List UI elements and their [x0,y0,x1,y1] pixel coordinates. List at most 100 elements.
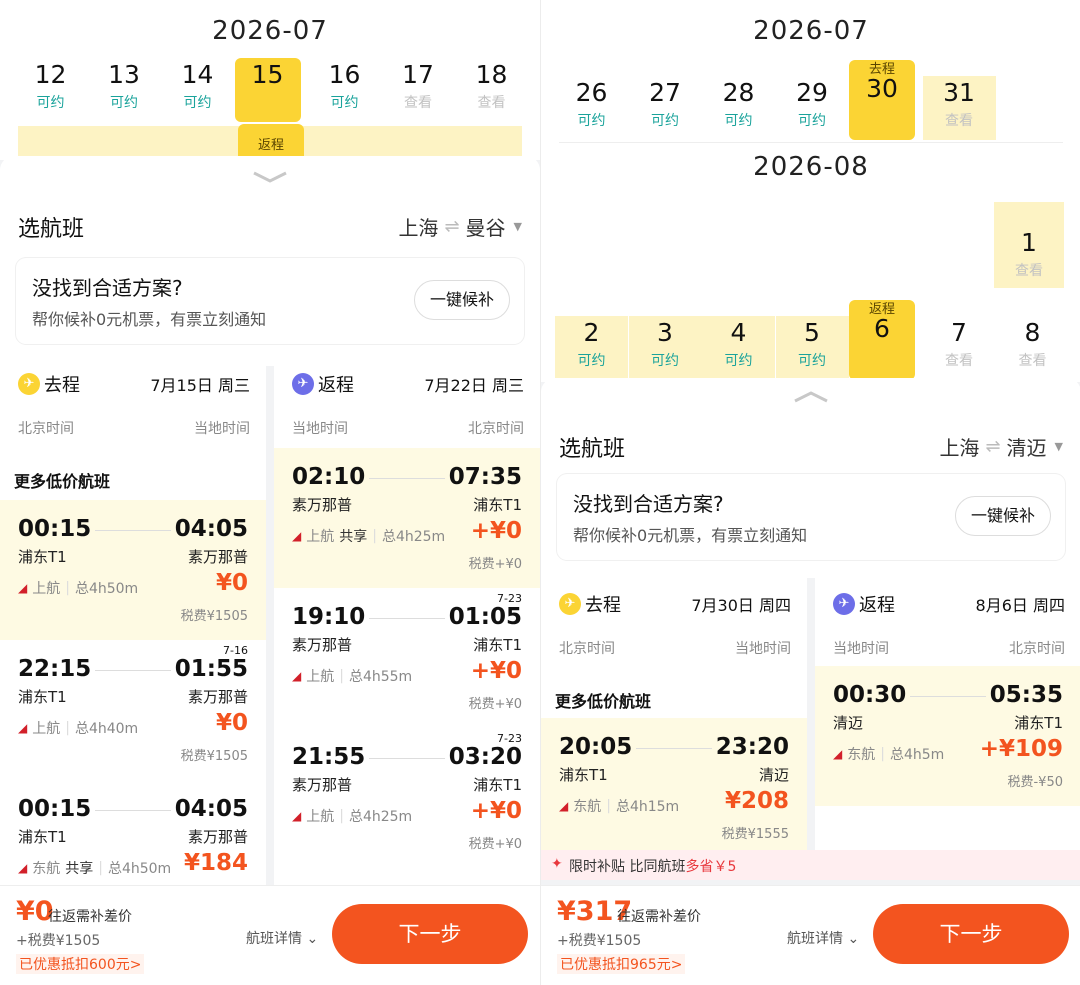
tip-title: 没找到合适方案? [573,492,724,516]
calendar-day[interactable]: 返程 6 [849,300,915,380]
airline-info: ◢ 东航 共享 | 总4h50m [18,858,171,878]
tax-fee: 税费¥1505 [180,609,248,624]
return-date: 8月6日 周四 [975,596,1065,615]
month-title: 2026-07 [753,16,869,46]
more-cheap-flights[interactable]: 更多低价航班 [555,688,651,712]
calendar-day[interactable]: 12 可约 [14,58,87,122]
day-number: 4 [730,318,747,347]
chevron-down-icon: ⌄ [847,931,860,947]
caret-down-icon: ▼ [1054,440,1063,453]
calendar-week: 12 可约 13 可约 14 可约 15 16 可约 17 查看 18 查看 [0,58,540,122]
arrival-airport: 素万那普 [187,688,248,706]
next-day-date: 7-23 [497,732,522,745]
day-status: 可约 [798,353,826,369]
flight-card[interactable]: 20:05 23:20 浦东T1 清迈 ◢ 东航 | 总4h15m ¥208 税费¥1555 [541,718,807,858]
divider: | [606,798,611,814]
duration: 总4h25m [381,529,446,545]
tax-text: +税费¥1505 [16,933,101,949]
next-step-button[interactable]: 下一步 [332,904,528,964]
calendar-day[interactable]: 26 可约 [555,76,628,140]
route-selector[interactable]: 上海 ⇌ 清迈 ▼ [939,432,1063,461]
promo-banner[interactable]: ✦ 限时补贴 比同航班多省￥5 [541,850,1080,880]
calendar-day[interactable]: 31 查看 [922,76,996,140]
airline-name: 上航 [306,529,335,545]
calendar-day-return[interactable]: 返程 [238,124,304,160]
calendar-day[interactable]: 15 [234,58,301,122]
calendar-day[interactable]: 8 查看 [996,316,1069,380]
flight-details-link[interactable]: 航班详情 ⌄ [787,928,859,948]
calendar-day[interactable]: 5 可约 [775,316,849,380]
route-line [95,530,171,531]
discount-text[interactable]: 已优惠抵扣600元> [16,954,145,974]
flight-card[interactable]: 00:15 04:05 浦东T1 素万那普 ◢ 上航 | 总4h50m ¥0 税费¥1505 [0,500,266,640]
divider: | [98,860,103,876]
route-to: 曼谷 [465,216,506,240]
timezone-left: 北京时间 [559,641,615,657]
airline-name: 上航 [306,809,335,825]
arrival-time: 04:05 [174,516,248,542]
calendar-day[interactable]: 4 可约 [702,316,775,380]
caret-down-icon: ▼ [513,220,522,233]
flight-card[interactable]: 02:10 07:35 素万那普 浦东T1 ◢ 上航 共享 | 总4h25m +¥0 税费+¥0 [274,448,540,588]
calendar-day[interactable]: 18 查看 [455,58,528,122]
price: +¥0 [470,518,522,544]
day-number: 12 [34,60,67,89]
waitlist-button[interactable]: 一键候补 [414,280,510,320]
outbound-label: 去程 [44,375,80,396]
calendar-day[interactable]: 3 可约 [628,316,702,380]
price: ¥0 [215,570,248,596]
chevron-up-icon[interactable] [791,390,831,404]
plane-icon: ✈ [292,373,314,395]
duration: 总4h5m [889,747,945,763]
chevron-down-icon[interactable] [250,170,290,184]
calendar-day[interactable]: 14 可约 [161,58,234,122]
calendar-day[interactable]: 27 可约 [629,76,702,140]
airline-logo-icon: ◢ [292,809,302,823]
calendar-day[interactable]: 17 查看 [382,58,455,122]
arrival-airport: 清迈 [758,766,789,784]
flight-card[interactable]: 19:10 01:05 7-23 素万那普 浦东T1 ◢ 上航 | 总4h55m +¥0 税费+¥0 [274,588,540,728]
duration: 总4h50m [74,581,139,597]
calendar-day[interactable]: 16 可约 [308,58,381,122]
waitlist-button[interactable]: 一键候补 [955,496,1051,536]
tip-subtitle: 帮你候补0元机票，有票立刻通知 [32,310,267,329]
flight-sheet-header: 选航班 上海 ⇌ 清迈 ▼ 没找到合适方案? 帮你候补0元机票，有票立刻通知 一… [541,378,1080,578]
day-number: 16 [328,60,361,89]
route-line [910,696,986,697]
divider: | [339,668,344,684]
outbound-header: ✈ 去程 7月15日 周三 [0,358,266,410]
day-status: 可约 [651,353,679,369]
calendar-day[interactable]: 29 可约 [776,76,849,140]
day-status: 可约 [651,113,679,129]
airline-info: ◢ 上航 | 总4h50m [18,578,138,598]
airline-name: 东航 [573,799,602,815]
flight-card[interactable]: 00:30 05:35 清迈 浦东T1 ◢ 东航 | 总4h5m +¥109 税费-¥50 [815,666,1080,806]
flight-card[interactable]: 22:15 01:55 7-16 浦东T1 素万那普 ◢ 上航 | 总4h40m ¥0 税费¥150… [0,640,266,780]
calendar-day[interactable]: 28 可约 [702,76,775,140]
calendar-day[interactable]: 1 查看 [994,202,1064,288]
arrival-airport: 素万那普 [187,828,248,846]
arrival-airport: 素万那普 [187,548,248,566]
next-step-button[interactable]: 下一步 [873,904,1069,964]
calendar-day[interactable]: 去程 30 [849,60,915,140]
plane-icon: ✈ [559,593,581,615]
timezone-left: 当地时间 [833,641,889,657]
calendar-day[interactable]: 2 可约 [555,316,628,380]
calendar-week: 26 可约 27 可约 28 可约 29 可约 去程 30 31 查看 [541,60,1080,140]
timezone-row: 当地时间 北京时间 [815,638,1080,660]
calendar-day[interactable]: 13 可约 [88,58,161,122]
promo-saving: 多省￥5 [685,859,737,875]
discount-text[interactable]: 已优惠抵扣965元> [557,954,686,974]
day-number: 31 [943,78,975,107]
airline-name: 东航 [847,747,876,763]
departure-time: 20:05 [559,734,633,760]
calendar-day[interactable]: 7 查看 [923,316,996,380]
more-cheap-flights[interactable]: 更多低价航班 [14,468,110,492]
flight-details-link[interactable]: 航班详情 ⌄ [246,928,318,948]
route-selector[interactable]: 上海 ⇌ 曼谷 ▼ [398,212,522,241]
airline-logo-icon: ◢ [18,721,28,735]
departure-time: 02:10 [292,464,366,490]
price: +¥109 [979,736,1063,762]
tax-fee: 税费¥1555 [721,827,789,842]
flight-card[interactable]: 21:55 03:20 7-23 素万那普 浦东T1 ◢ 上航 | 总4h25m +¥0 税费+¥0 [274,728,540,868]
